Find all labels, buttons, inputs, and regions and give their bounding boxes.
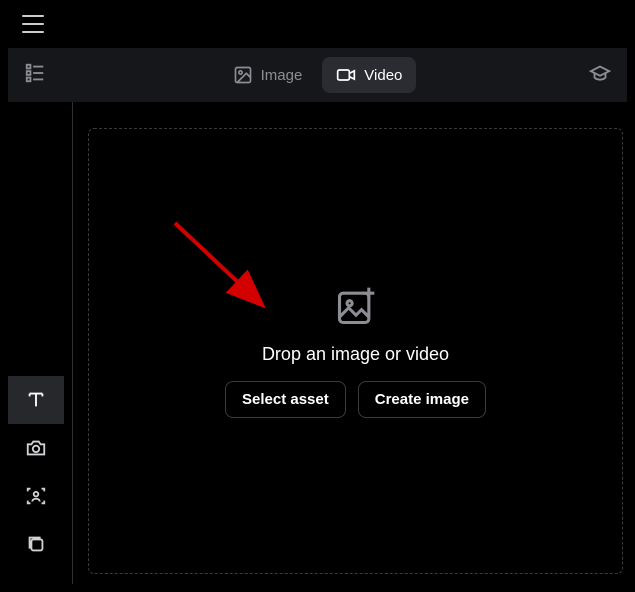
hamburger-menu[interactable] xyxy=(22,15,44,33)
camera-tool[interactable] xyxy=(8,424,64,472)
layers-icon xyxy=(25,533,47,555)
tab-video[interactable]: Video xyxy=(322,57,416,93)
text-tool[interactable] xyxy=(8,376,64,424)
drop-zone-text: Drop an image or video xyxy=(262,344,449,365)
image-icon xyxy=(233,65,253,85)
graduation-cap-icon[interactable] xyxy=(589,62,611,89)
add-image-icon xyxy=(334,284,378,328)
left-sidebar xyxy=(8,102,64,584)
layers-tool[interactable] xyxy=(8,520,64,568)
face-scan-icon xyxy=(25,485,47,507)
text-icon xyxy=(25,389,47,411)
create-image-button[interactable]: Create image xyxy=(358,381,486,418)
drop-zone[interactable]: Drop an image or video Select asset Crea… xyxy=(88,128,623,574)
select-asset-button[interactable]: Select asset xyxy=(225,381,346,418)
grid-view-icon[interactable] xyxy=(24,62,46,89)
tab-image-label: Image xyxy=(261,67,303,84)
vertical-divider xyxy=(72,102,73,584)
face-tool[interactable] xyxy=(8,472,64,520)
tab-image[interactable]: Image xyxy=(219,57,317,93)
camera-icon xyxy=(25,437,47,459)
tabs-bar: Image Video xyxy=(8,48,627,102)
tab-video-label: Video xyxy=(364,67,402,84)
video-icon xyxy=(336,65,356,85)
